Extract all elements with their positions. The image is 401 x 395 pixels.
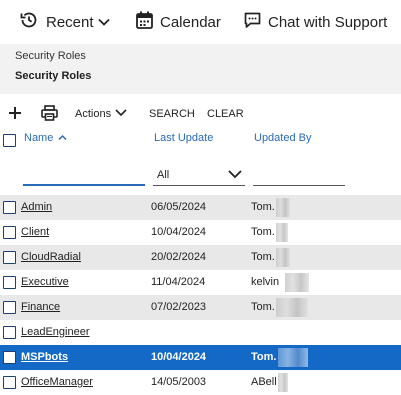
breadcrumb-parent[interactable]: Security Roles <box>15 50 86 62</box>
recent-menu[interactable]: Recent <box>19 11 110 33</box>
recent-label: Recent <box>46 13 94 31</box>
table-row-selected[interactable]: MSPbots 10/04/2024 Tom. <box>0 345 401 370</box>
clear-button[interactable]: CLEAR <box>207 102 244 126</box>
table-body: Admin 06/05/2024 Tom. Client 10/04/2024 … <box>0 195 401 395</box>
redacted-overlay <box>278 373 288 392</box>
actions-menu[interactable]: Actions <box>75 102 127 126</box>
role-name-link[interactable]: CloudRadial <box>21 251 81 263</box>
redacted-overlay <box>276 223 288 242</box>
updated-by-cell: Tom. <box>251 226 275 238</box>
toolbar: Actions SEARCH CLEAR <box>0 102 401 126</box>
print-button[interactable] <box>41 102 58 126</box>
column-header-name[interactable]: Name <box>24 132 67 144</box>
redacted-overlay <box>276 198 290 217</box>
printer-icon <box>41 104 58 124</box>
table-row[interactable]: Finance 07/02/2023 Tom. <box>0 295 401 320</box>
row-checkbox[interactable] <box>3 326 16 339</box>
top-bar: Recent Calendar Chat with Support <box>0 0 401 44</box>
role-name-link[interactable]: MSPbots <box>21 351 68 363</box>
redacted-overlay <box>276 248 290 267</box>
row-checkbox[interactable] <box>3 276 16 289</box>
row-checkbox[interactable] <box>3 376 16 389</box>
chat-label: Chat with Support <box>268 13 388 31</box>
table-row[interactable]: LeadEngineer <box>0 320 401 345</box>
updated-by-filter-input[interactable] <box>253 164 345 186</box>
role-name-link[interactable]: Finance <box>21 301 60 313</box>
breadcrumb: Security Roles Security Roles <box>0 44 401 94</box>
chevron-down-icon <box>228 169 242 182</box>
table-row[interactable]: Client 10/04/2024 Tom. <box>0 220 401 245</box>
last-update-filter-value: All <box>157 168 170 181</box>
last-update-cell: 10/04/2024 <box>151 226 207 238</box>
chat-icon <box>244 12 261 33</box>
name-filter-input[interactable] <box>23 164 145 186</box>
role-name-link[interactable]: Executive <box>21 276 69 288</box>
table-row[interactable]: CloudRadial 20/02/2024 Tom. <box>0 245 401 270</box>
last-update-cell: 07/02/2023 <box>151 301 207 313</box>
select-all-checkbox[interactable] <box>3 134 16 147</box>
updated-by-cell: Tom. <box>251 201 275 213</box>
last-update-cell: 10/04/2024 <box>151 351 207 363</box>
history-icon <box>19 10 39 34</box>
table-header: Name Last Update Updated By <box>0 130 401 152</box>
chevron-down-icon <box>97 14 110 31</box>
updated-by-cell: Tom. <box>251 301 275 313</box>
redacted-overlay <box>278 348 308 367</box>
role-name-link[interactable]: LeadEngineer <box>21 326 90 338</box>
add-button[interactable] <box>8 102 22 126</box>
calendar-icon <box>136 11 153 33</box>
table-row[interactable]: OfficeManager 14/05/2003 ABell <box>0 370 401 395</box>
last-update-cell: 11/04/2024 <box>151 276 206 288</box>
page-title: Security Roles <box>15 70 92 82</box>
chevron-down-icon <box>115 108 127 120</box>
updated-by-cell: kelvin <box>251 276 280 288</box>
column-header-last-update[interactable]: Last Update <box>154 132 213 144</box>
row-checkbox[interactable] <box>3 251 16 264</box>
sort-ascending-icon <box>58 132 67 144</box>
updated-by-cell: ABell <box>251 376 277 388</box>
row-checkbox[interactable] <box>3 301 16 314</box>
row-checkbox[interactable] <box>3 201 16 214</box>
last-update-cell: 06/05/2024 <box>151 201 207 213</box>
role-name-link[interactable]: Client <box>21 226 49 238</box>
last-update-filter-select[interactable]: All <box>153 164 245 186</box>
calendar-link[interactable]: Calendar <box>136 11 221 33</box>
role-name-link[interactable]: OfficeManager <box>21 376 93 388</box>
filter-row: All <box>0 160 401 190</box>
table-row[interactable]: Admin 06/05/2024 Tom. <box>0 195 401 220</box>
chat-support-link[interactable]: Chat with Support <box>244 11 387 33</box>
redacted-overlay <box>276 298 308 317</box>
updated-by-cell: Tom. <box>251 351 277 363</box>
role-name-link[interactable]: Admin <box>21 201 52 213</box>
calendar-label: Calendar <box>160 13 221 31</box>
row-checkbox[interactable] <box>3 351 16 364</box>
updated-by-cell: Tom. <box>251 251 275 263</box>
last-update-cell: 20/02/2024 <box>151 251 207 263</box>
column-header-updated-by[interactable]: Updated By <box>254 132 311 144</box>
table-row[interactable]: Executive 11/04/2024 kelvin <box>0 270 401 295</box>
last-update-cell: 14/05/2003 <box>151 376 207 388</box>
search-button[interactable]: SEARCH <box>149 102 195 126</box>
actions-label: Actions <box>75 108 112 120</box>
row-checkbox[interactable] <box>3 226 16 239</box>
redacted-overlay <box>285 273 309 292</box>
plus-icon <box>8 106 22 123</box>
